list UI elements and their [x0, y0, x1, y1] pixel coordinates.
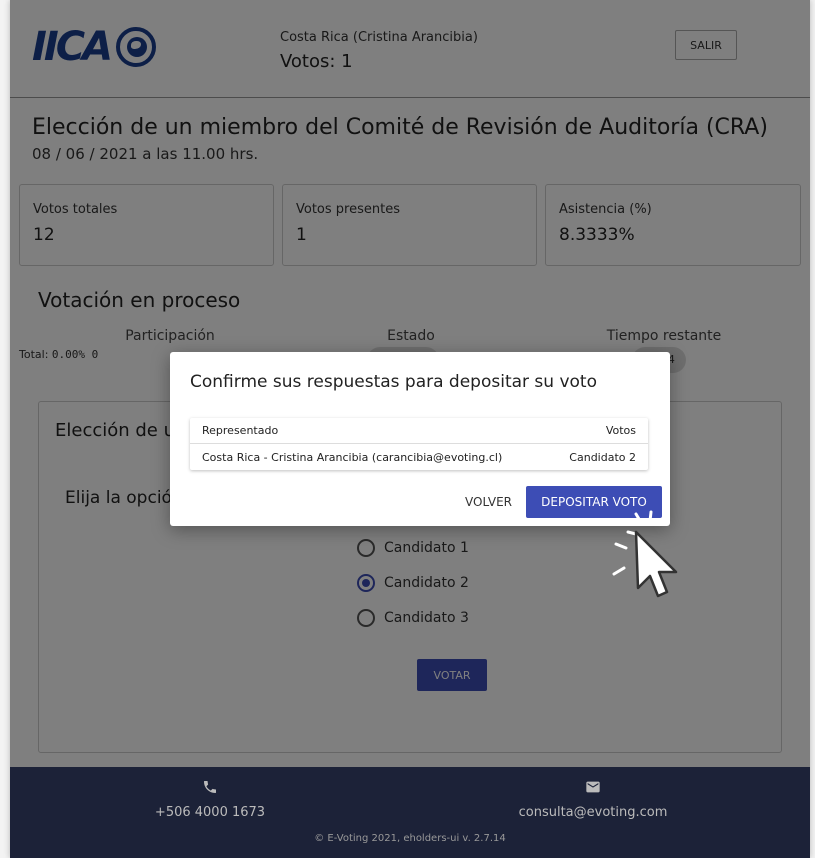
confirm-table: Representado Votos Costa Rica - Cristina…: [190, 418, 648, 470]
table-header-row: Representado Votos: [190, 418, 648, 444]
phone-icon: [204, 781, 216, 793]
confirm-vote-dialog: Confirme sus respuestas para depositar s…: [170, 352, 670, 526]
footer-email[interactable]: consulta@evoting.com: [503, 805, 683, 820]
table-row: Costa Rica - Cristina Arancibia (caranci…: [190, 444, 648, 470]
footer: +506 4000 1673 consulta@evoting.com © E-…: [10, 767, 810, 858]
back-button[interactable]: VOLVER: [465, 495, 512, 509]
column-header-votos: Votos: [605, 424, 636, 437]
envelope-icon: [586, 781, 600, 793]
cell-votos: Candidato 2: [569, 450, 636, 464]
column-header-representado: Representado: [202, 424, 279, 437]
app-window: IICA Costa Rica (Cristina Arancibia) Vot…: [10, 0, 810, 858]
footer-copyright: © E-Voting 2021, eholders-ui v. 2.7.14: [314, 833, 506, 844]
cell-representado: Costa Rica - Cristina Arancibia (caranci…: [202, 450, 503, 464]
pointer-cursor-icon: [612, 510, 678, 598]
dialog-title: Confirme sus respuestas para depositar s…: [190, 372, 597, 392]
footer-phone[interactable]: +506 4000 1673: [130, 805, 290, 820]
